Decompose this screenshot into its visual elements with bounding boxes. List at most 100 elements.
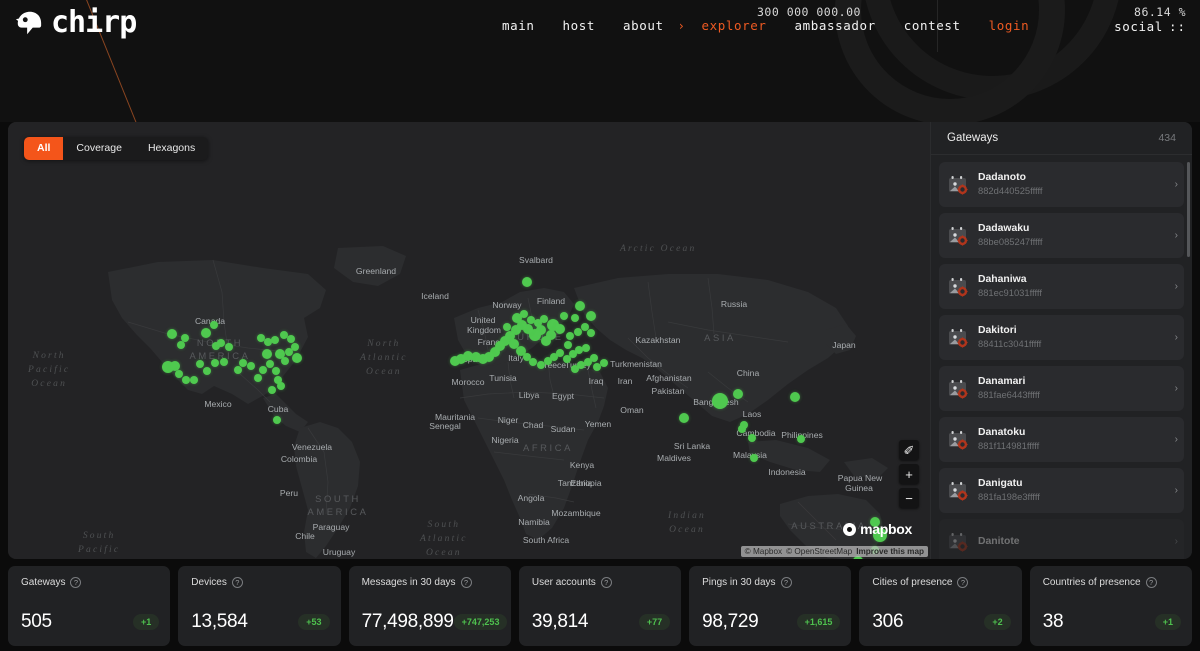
social-menu[interactable]: social ::: [1114, 19, 1186, 34]
broken-image-icon: [947, 532, 969, 552]
nav-item-explorer[interactable]: explorer: [688, 18, 781, 33]
map-gateway-marker[interactable]: [600, 359, 608, 367]
map-gateway-marker[interactable]: [292, 353, 302, 363]
help-icon[interactable]: ?: [70, 577, 81, 588]
map-gateway-marker[interactable]: [268, 386, 276, 394]
chevron-right-icon[interactable]: ›: [1168, 179, 1178, 190]
attribution-mapbox[interactable]: © Mapbox: [745, 547, 782, 556]
map-gateway-marker[interactable]: [177, 341, 185, 349]
map-gateway-marker[interactable]: [566, 332, 574, 340]
nav-item-about[interactable]: about: [609, 18, 678, 33]
map-gateway-marker[interactable]: [201, 328, 211, 338]
pencil-icon[interactable]: ✐: [899, 440, 919, 460]
map-attribution: © Mapbox © OpenStreetMap Improve this ma…: [741, 546, 928, 557]
map-gateway-marker[interactable]: [277, 382, 285, 390]
map-gateway-marker[interactable]: [210, 321, 218, 329]
nav-item-contest[interactable]: contest: [890, 18, 975, 33]
chevron-right-icon[interactable]: ›: [1168, 332, 1178, 343]
map-gateway-marker[interactable]: [254, 374, 262, 382]
map-gateway-marker[interactable]: [239, 359, 247, 367]
map-gateway-marker[interactable]: [733, 389, 743, 399]
map-gateway-marker[interactable]: [182, 376, 190, 384]
nav-item-main[interactable]: main: [488, 18, 549, 33]
minus-icon[interactable]: −: [899, 488, 919, 508]
map-gateway-marker[interactable]: [259, 366, 267, 374]
map-gateway-marker[interactable]: [586, 311, 596, 321]
help-icon[interactable]: ?: [957, 577, 968, 588]
chevron-right-icon[interactable]: ›: [1168, 536, 1178, 547]
map-gateway-marker[interactable]: [211, 359, 219, 367]
chevron-right-icon[interactable]: ›: [1168, 281, 1178, 292]
map-gateway-marker[interactable]: [225, 343, 233, 351]
chevron-right-icon[interactable]: ›: [1168, 383, 1178, 394]
gateway-list-item[interactable]: Danamari881fae6443fffff›: [939, 366, 1184, 411]
gateway-list-item[interactable]: Dadanoto882d440525fffff›: [939, 162, 1184, 207]
map-gateway-marker[interactable]: [196, 360, 204, 368]
nav-item-ambassador[interactable]: ambassador: [781, 18, 890, 33]
map-gateway-marker[interactable]: [587, 329, 595, 337]
map-gateway-marker[interactable]: [712, 393, 728, 409]
map-gateway-marker[interactable]: [247, 362, 255, 370]
help-icon[interactable]: ?: [781, 577, 792, 588]
plus-icon[interactable]: +: [899, 464, 919, 484]
map-gateway-marker[interactable]: [541, 336, 551, 346]
map-gateway-marker[interactable]: [503, 323, 511, 331]
attribution-osm[interactable]: © OpenStreetMap: [786, 547, 852, 556]
map-gateway-marker[interactable]: [540, 315, 548, 323]
world-map[interactable]: All Coverage Hexagons ✐ + − mapbox © Map…: [8, 122, 930, 559]
gateways-list[interactable]: Dadanoto882d440525fffff› Dadawaku88be085…: [931, 156, 1192, 559]
tab-all[interactable]: All: [24, 137, 63, 160]
map-gateway-marker[interactable]: [203, 367, 211, 375]
map-gateway-marker[interactable]: [287, 335, 295, 343]
map-gateway-marker[interactable]: [797, 435, 805, 443]
map-gateway-marker[interactable]: [529, 358, 537, 366]
map-gateway-marker[interactable]: [217, 339, 225, 347]
map-gateway-marker[interactable]: [262, 349, 272, 359]
chevron-right-icon[interactable]: ›: [1168, 485, 1178, 496]
map-gateway-marker[interactable]: [190, 376, 198, 384]
attribution-improve-this-map[interactable]: Improve this map: [856, 547, 924, 556]
help-icon[interactable]: ?: [461, 577, 472, 588]
map-gateway-marker[interactable]: [790, 392, 800, 402]
map-gateway-marker[interactable]: [575, 301, 585, 311]
tab-coverage[interactable]: Coverage: [63, 137, 135, 160]
chevron-right-icon[interactable]: ›: [1168, 434, 1178, 445]
map-gateway-marker[interactable]: [522, 277, 532, 287]
help-icon[interactable]: ?: [601, 577, 612, 588]
gateway-list-item[interactable]: Dakitori88411c3041fffff›: [939, 315, 1184, 360]
map-gateway-marker[interactable]: [273, 416, 281, 424]
nav-item-login[interactable]: login: [975, 18, 1044, 33]
map-gateway-marker[interactable]: [291, 343, 299, 351]
map-gateway-marker[interactable]: [564, 341, 572, 349]
map-gateway-marker[interactable]: [450, 356, 460, 366]
map-gateway-marker[interactable]: [571, 314, 579, 322]
brand-logo[interactable]: chirp: [14, 8, 136, 38]
map-gateway-marker[interactable]: [748, 434, 756, 442]
map-gateway-marker[interactable]: [234, 366, 242, 374]
map-gateway-marker[interactable]: [679, 413, 689, 423]
map-gateway-marker[interactable]: [555, 324, 565, 334]
gateway-list-item[interactable]: Dadawaku88be085247fffff›: [939, 213, 1184, 258]
map-gateway-marker[interactable]: [281, 357, 289, 365]
gateway-list-item[interactable]: Danatoku881f114981fffff›: [939, 417, 1184, 462]
gateways-scrollbar-thumb[interactable]: [1187, 162, 1190, 257]
map-gateway-marker[interactable]: [738, 425, 746, 433]
help-icon[interactable]: ?: [1146, 577, 1157, 588]
explorer-map-section: All Coverage Hexagons ✐ + − mapbox © Map…: [8, 122, 1192, 559]
chevron-right-icon[interactable]: ›: [1168, 230, 1178, 241]
gateway-list-item[interactable]: Danitote›: [939, 519, 1184, 559]
map-gateway-marker[interactable]: [590, 354, 598, 362]
map-gateway-marker[interactable]: [272, 367, 280, 375]
map-gateway-marker[interactable]: [220, 358, 228, 366]
map-gateway-marker[interactable]: [271, 336, 279, 344]
map-gateway-marker[interactable]: [560, 312, 568, 320]
mapbox-logo[interactable]: mapbox: [843, 521, 912, 537]
tab-hexagons[interactable]: Hexagons: [135, 137, 208, 160]
gateway-list-item[interactable]: Dahaniwa881ec91031fffff›: [939, 264, 1184, 309]
nav-item-host[interactable]: host: [549, 18, 610, 33]
gateway-list-item[interactable]: Danigatu881fa198e3fffff›: [939, 468, 1184, 513]
help-icon[interactable]: ?: [232, 577, 243, 588]
map-gateway-marker[interactable]: [582, 344, 590, 352]
map-gateway-marker[interactable]: [167, 329, 177, 339]
map-gateway-marker[interactable]: [750, 454, 758, 462]
